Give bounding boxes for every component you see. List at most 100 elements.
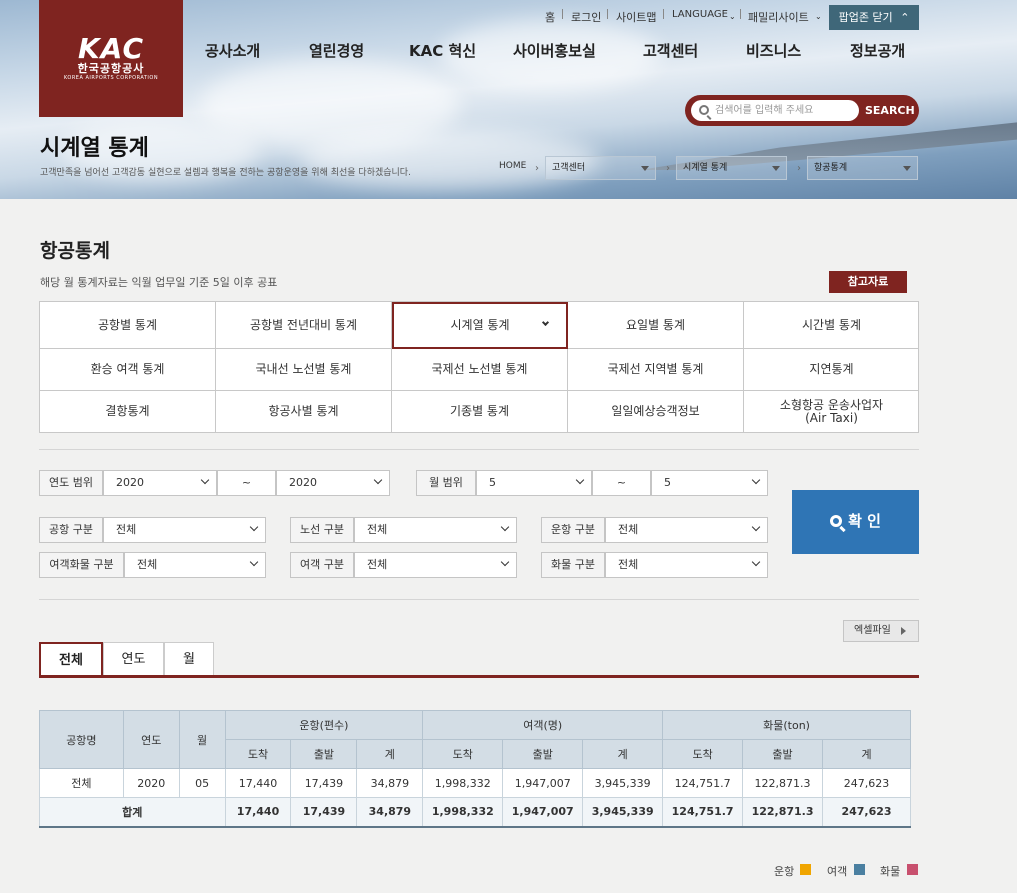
chevron-down-icon: [751, 522, 761, 532]
result-table: 공항명 연도 월 운항(편수) 여객(명) 화물(ton) 도착 출발 계 도착…: [39, 710, 911, 828]
year-to-select[interactable]: 2020: [276, 470, 390, 496]
legend-passengers-swatch: [854, 864, 865, 875]
result-tab-all[interactable]: 전체: [39, 642, 103, 676]
confirm-button[interactable]: 확 인: [792, 490, 919, 554]
legend-flights-swatch: [800, 864, 811, 875]
result-tabs-underline: [39, 675, 919, 678]
tab-airport-stats[interactable]: 공항별 통계: [40, 302, 216, 349]
breadcrumb-level1-select[interactable]: 고객센터: [545, 156, 656, 180]
gnb-disclosure[interactable]: 정보공개: [850, 40, 905, 61]
cell-total-cargo-arrival: 124,751.7: [662, 797, 744, 828]
legend-flights-label: 운항: [774, 865, 795, 878]
tab-cancel-stats[interactable]: 결항통계: [40, 391, 216, 432]
cell-month: 05: [178, 768, 226, 798]
result-tab-year[interactable]: 연도: [103, 642, 164, 676]
route-type-select[interactable]: 전체: [354, 517, 517, 543]
tab-airport-yoy-stats[interactable]: 공항별 전년대비 통계: [216, 302, 392, 349]
util-sitemap-link[interactable]: 사이트맵: [616, 9, 656, 25]
month-from-select[interactable]: 5: [476, 470, 592, 496]
col-passengers-arrival: 도착: [422, 739, 504, 769]
col-flights-arrival: 도착: [224, 739, 292, 769]
divider: [562, 9, 563, 19]
cargo-type-label: 화물 구분: [541, 552, 605, 578]
tab-transfer-stats[interactable]: 환승 여객 통계: [40, 349, 216, 391]
tab-aircraft-type-stats[interactable]: 기종별 통계: [392, 391, 568, 432]
util-login-link[interactable]: 로그인: [571, 9, 601, 25]
page-title: 시계열 통계: [40, 136, 149, 161]
chevron-down-icon: [575, 475, 585, 485]
passenger-type-select[interactable]: 전체: [354, 552, 517, 578]
airport-type-value: 전체: [116, 523, 137, 536]
tab-timeseries-stats[interactable]: 시계열 통계: [392, 302, 568, 349]
util-language-select[interactable]: LANGUAGE: [672, 9, 728, 20]
tab-delay-stats[interactable]: 지연통계: [744, 349, 919, 391]
search-button[interactable]: SEARCH: [865, 95, 915, 126]
util-home-link[interactable]: 홈: [545, 9, 555, 25]
tab-air-taxi[interactable]: 소형항공 운송사업자 (Air Taxi): [744, 391, 919, 432]
col-cargo-departure: 출발: [742, 739, 824, 769]
legend-passengers-label: 여객: [827, 865, 848, 878]
section-title: 항공통계: [40, 240, 110, 262]
divider: [39, 449, 919, 450]
util-family-site-select[interactable]: 패밀리사이트: [748, 9, 809, 25]
cell-total-flights-departure: 17,439: [290, 797, 358, 828]
reference-button[interactable]: 참고자료: [829, 271, 907, 293]
tab-daily-forecast[interactable]: 일일예상승객정보: [568, 391, 744, 432]
cell-total-passengers-total: 3,945,339: [582, 797, 664, 828]
month-to-value: 5: [664, 476, 671, 489]
tab-hourly-stats[interactable]: 시간별 통계: [744, 302, 919, 349]
airport-type-select[interactable]: 전체: [103, 517, 266, 543]
chevron-down-icon: [200, 475, 210, 485]
tab-weekday-stats[interactable]: 요일별 통계: [568, 302, 744, 349]
tab-intl-region-stats[interactable]: 국제선 지역별 통계: [568, 349, 744, 391]
gnb-open-management[interactable]: 열린경영: [309, 40, 364, 61]
year-from-select[interactable]: 2020: [103, 470, 217, 496]
tab-airline-stats[interactable]: 항공사별 통계: [216, 391, 392, 432]
chevron-right-icon: ›: [666, 163, 670, 174]
passenger-cargo-select[interactable]: 전체: [124, 552, 266, 578]
tab-domestic-route-stats[interactable]: 국내선 노선별 통계: [216, 349, 392, 391]
result-tab-month[interactable]: 월: [164, 642, 214, 676]
cell-passengers-arrival: 1,998,332: [422, 768, 504, 798]
tab-timeseries-label: 시계열 통계: [450, 318, 510, 332]
gnb-business[interactable]: 비즈니스: [746, 40, 801, 61]
col-airport: 공항명: [39, 710, 124, 769]
cargo-type-select[interactable]: 전체: [605, 552, 768, 578]
chevron-down-icon: [500, 557, 510, 567]
passenger-cargo-value: 전체: [137, 558, 158, 571]
search-placeholder: 검색어를 입력해 주세요: [715, 105, 814, 116]
year-range-label: 연도 범위: [39, 470, 103, 496]
excel-download-button[interactable]: 엑셀파일: [843, 620, 919, 642]
popup-close-button[interactable]: 팝업존 닫기 ⌃: [829, 5, 919, 30]
cell-total-cargo-total: 247,623: [822, 797, 911, 828]
breadcrumb-level3-select[interactable]: 항공통계: [807, 156, 918, 180]
cell-total-cargo-departure: 122,871.3: [742, 797, 824, 828]
cell-total-flights-total: 34,879: [356, 797, 424, 828]
passenger-cargo-label: 여객화물 구분: [39, 552, 124, 578]
cell-total-passengers-arrival: 1,998,332: [422, 797, 504, 828]
kac-logo[interactable]: KAC 한국공항공사 KOREA AIRPORTS CORPORATION: [39, 0, 183, 117]
cell-total-passengers-departure: 1,947,007: [502, 797, 584, 828]
cell-cargo-total: 247,623: [822, 768, 911, 798]
search-input[interactable]: 검색어를 입력해 주세요: [691, 100, 859, 121]
table-header-row: 공항명 연도 월 운항(편수) 여객(명) 화물(ton): [39, 710, 911, 769]
divider: [39, 599, 919, 600]
breadcrumb-level2-select[interactable]: 시계열 통계: [676, 156, 787, 180]
gnb-about[interactable]: 공사소개: [205, 40, 260, 61]
gnb-kac-innovation[interactable]: KAC 혁신: [409, 40, 476, 61]
col-passengers: 여객(명): [422, 710, 664, 740]
breadcrumb-home[interactable]: HOME: [499, 161, 526, 171]
chevron-down-icon: [500, 522, 510, 532]
page-subtitle: 고객만족을 넘어선 고객감동 실현으로 설렘과 행복을 전하는 공항운영을 위해…: [40, 168, 411, 178]
search-icon: [699, 105, 709, 115]
gnb-cyber-pr[interactable]: 사이버홍보실: [513, 40, 596, 61]
chevron-right-icon: ›: [535, 163, 539, 174]
tab-intl-route-stats[interactable]: 국제선 노선별 통계: [392, 349, 568, 391]
month-to-select[interactable]: 5: [651, 470, 768, 496]
logo-english: KOREA AIRPORTS CORPORATION: [63, 75, 159, 81]
col-cargo-arrival: 도착: [662, 739, 744, 769]
divider: [607, 9, 608, 19]
operation-type-select[interactable]: 전체: [605, 517, 768, 543]
logo-korean: 한국공항공사: [77, 62, 145, 75]
gnb-customer-center[interactable]: 고객센터: [643, 40, 698, 61]
